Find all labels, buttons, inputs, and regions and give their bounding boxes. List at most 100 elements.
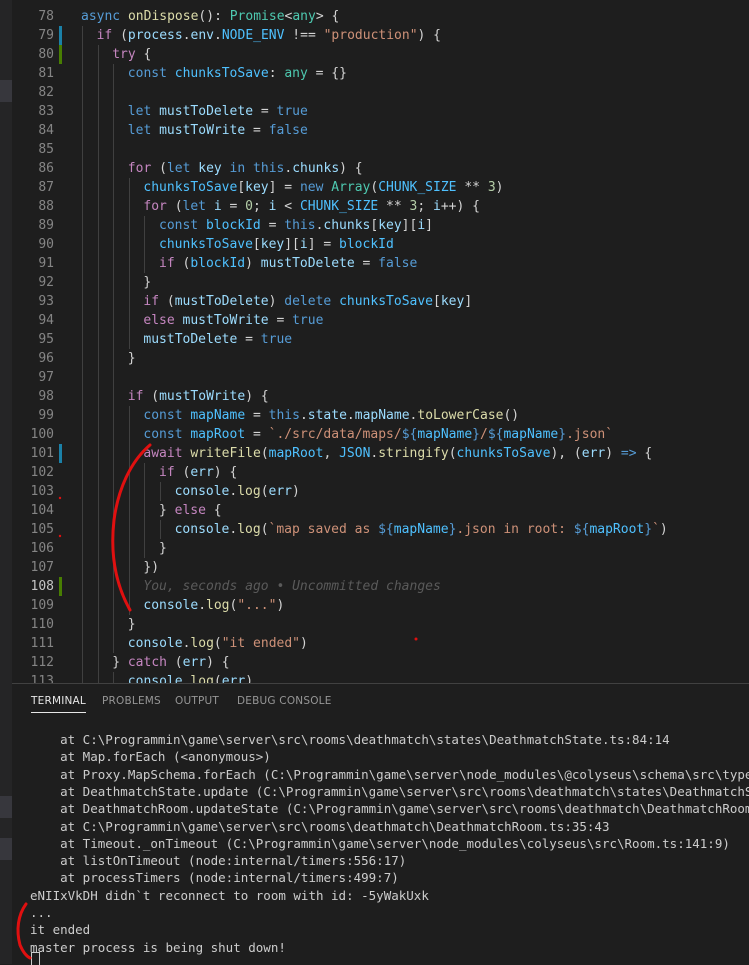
code-token: this bbox=[268, 408, 300, 423]
indent-guide bbox=[144, 254, 146, 273]
tab-terminal[interactable]: TERMINAL bbox=[31, 695, 86, 713]
code-line[interactable]: 83 let mustToDelete = true bbox=[12, 102, 749, 121]
indent-guide bbox=[97, 577, 99, 596]
code-line[interactable]: 85 bbox=[12, 140, 749, 159]
code-token: i bbox=[299, 237, 308, 252]
code-token: const bbox=[143, 408, 191, 423]
code-line[interactable]: 104} else { bbox=[12, 501, 749, 520]
code-token: You, seconds ago • Uncommitted changes bbox=[143, 579, 441, 594]
code-line[interactable]: 107}) bbox=[12, 558, 749, 577]
code-editor[interactable]: 78 async onDispose(): Promise<any> {79 if … bbox=[12, 0, 749, 683]
code-line[interactable]: 105 console.log(`map saved as ${mapName}.… bbox=[12, 520, 749, 539]
git-modified-marker[interactable] bbox=[59, 26, 62, 45]
code-token: mustToDelete bbox=[174, 294, 269, 309]
code-token: }) bbox=[143, 560, 160, 575]
code-text: console.log(`map saved as ${mapName}.jso… bbox=[175, 520, 668, 539]
code-text: if (process.env.NODE_ENV !== "production… bbox=[97, 26, 441, 45]
code-line[interactable]: 113 console.log(err) bbox=[12, 672, 749, 683]
code-token: let bbox=[127, 104, 160, 119]
code-line[interactable]: 99 const mapName = this.state.mapName.toL… bbox=[12, 406, 749, 425]
code-token: stringify bbox=[378, 446, 449, 461]
indent-guide bbox=[82, 653, 83, 672]
code-text: for (let i = 0; i < CHUNK_SIZE ** 3; i++… bbox=[143, 197, 480, 216]
indent-guide bbox=[82, 235, 83, 254]
code-token: const bbox=[159, 218, 206, 233]
code-line[interactable]: 89 const blockId = this.chunks[key][i] bbox=[12, 216, 749, 235]
code-line[interactable]: 92} bbox=[12, 273, 749, 292]
code-token: ( bbox=[260, 446, 269, 461]
git-added-marker[interactable] bbox=[59, 577, 62, 596]
tab-debug-console[interactable]: DEBUG CONSOLE bbox=[237, 695, 332, 707]
code-line[interactable]: 95 mustToDelete = true bbox=[12, 330, 749, 349]
code-line[interactable]: 78 async onDispose(): Promise<any> { bbox=[12, 7, 749, 26]
code-line[interactable]: 108 You, seconds ago • Uncommitted change… bbox=[12, 577, 749, 596]
line-number: 90 bbox=[38, 237, 54, 252]
indent-guide bbox=[113, 368, 115, 387]
code-line[interactable]: 96} bbox=[12, 349, 749, 368]
code-line[interactable]: 81 const chunksToSave: any = {} bbox=[12, 64, 749, 83]
line-number: 104 bbox=[30, 503, 54, 518]
indent-guide bbox=[82, 26, 83, 45]
code-line[interactable]: 102 if (err) { bbox=[12, 463, 749, 482]
code-line[interactable]: 106} bbox=[12, 539, 749, 558]
code-text: for (let key in this.chunks) { bbox=[128, 159, 363, 178]
indent-guide bbox=[97, 311, 99, 330]
code-line[interactable]: 84 let mustToWrite = false bbox=[12, 121, 749, 140]
code-token: . bbox=[214, 28, 222, 43]
indent-guide bbox=[82, 520, 83, 539]
code-token: = bbox=[237, 332, 261, 347]
terminal-cursor bbox=[31, 952, 40, 965]
code-token: ( bbox=[151, 161, 167, 176]
code-line[interactable]: 111 console.log("it ended") bbox=[12, 634, 749, 653]
tab-output[interactable]: OUTPUT bbox=[175, 695, 219, 707]
git-added-marker[interactable] bbox=[59, 45, 62, 64]
indent-guide bbox=[113, 216, 115, 235]
indent-guide bbox=[97, 501, 99, 520]
code-line[interactable]: 103 console.log(err) bbox=[12, 482, 749, 501]
code-token: } bbox=[127, 617, 136, 632]
code-line[interactable]: 112} catch (err) { bbox=[12, 653, 749, 672]
indent-guide bbox=[97, 235, 99, 254]
indent-guide bbox=[82, 197, 83, 216]
code-token: / bbox=[479, 427, 488, 442]
code-token: delete bbox=[284, 294, 340, 309]
code-text: if (mustToDelete) delete chunksToSave[ke… bbox=[143, 292, 472, 311]
code-line[interactable]: 86 for (let key in this.chunks) { bbox=[12, 159, 749, 178]
code-line[interactable]: 97 bbox=[12, 368, 749, 387]
code-line[interactable]: 110} bbox=[12, 615, 749, 634]
code-line[interactable]: 93 if (mustToDelete) delete chunksToSave[… bbox=[12, 292, 749, 311]
indent-guide bbox=[128, 425, 130, 444]
code-token: console bbox=[174, 484, 230, 499]
indent-guide bbox=[128, 197, 130, 216]
code-line[interactable]: 88 for (let i = 0; i < CHUNK_SIZE ** 3; i… bbox=[12, 197, 749, 216]
code-token: blockId bbox=[190, 256, 246, 271]
code-token: any bbox=[284, 66, 308, 81]
indent-guide bbox=[128, 539, 130, 558]
indent-guide bbox=[82, 596, 83, 615]
code-line[interactable]: 98 if (mustToWrite) { bbox=[12, 387, 749, 406]
indent-guide bbox=[97, 387, 99, 406]
code-line[interactable]: 91 if (blockId) mustToDelete = false bbox=[12, 254, 749, 273]
code-line[interactable]: 109 console.log("...") bbox=[12, 596, 749, 615]
code-line[interactable]: 80 try { bbox=[12, 45, 749, 64]
indent-guide bbox=[97, 349, 99, 368]
code-line[interactable]: 82 bbox=[12, 83, 749, 102]
code-line[interactable]: 100 const mapRoot = `./src/data/maps/${ma… bbox=[12, 425, 749, 444]
code-line[interactable]: 94 else mustToWrite = true bbox=[12, 311, 749, 330]
code-token: ( bbox=[213, 674, 222, 683]
code-text: else mustToWrite = true bbox=[143, 311, 323, 330]
code-line[interactable]: 90 chunksToSave[key][i] = blockId bbox=[12, 235, 749, 254]
code-line[interactable]: 87 chunksToSave[key] = new Array(CHUNK_SI… bbox=[12, 178, 749, 197]
indent-guide bbox=[97, 463, 99, 482]
indent-guide bbox=[82, 273, 83, 292]
code-token: err bbox=[190, 465, 214, 480]
tab-problems[interactable]: PROBLEMS bbox=[102, 695, 161, 707]
code-line[interactable]: 101 await writeFile(mapRoot, JSON.stringi… bbox=[12, 444, 749, 463]
code-token: log bbox=[206, 598, 230, 613]
git-modified-marker[interactable] bbox=[59, 444, 62, 463]
indent-guide bbox=[97, 292, 99, 311]
indent-guide bbox=[97, 254, 99, 273]
code-token: process bbox=[127, 28, 183, 43]
indent-guide bbox=[113, 387, 115, 406]
code-line[interactable]: 79 if (process.env.NODE_ENV !== "producti… bbox=[12, 26, 749, 45]
